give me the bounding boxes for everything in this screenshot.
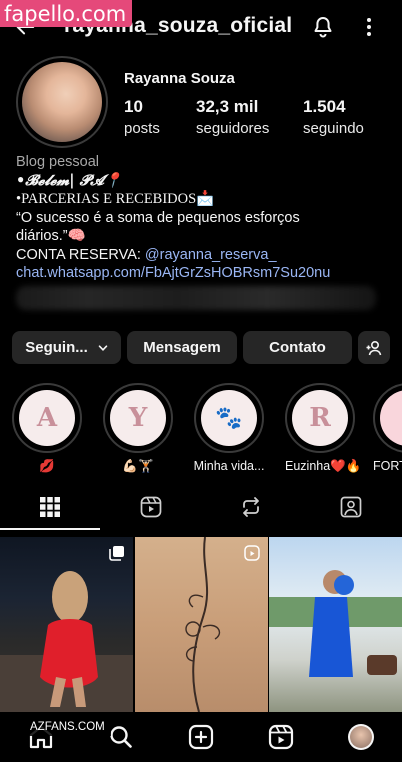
reel-badge-icon (244, 545, 260, 561)
post-thumbnail[interactable] (269, 537, 402, 712)
story-highlight[interactable]: A 💋 (12, 383, 82, 474)
posts-grid (0, 537, 402, 712)
bio-reserve-line: CONTA RESERVA: @rayanna_reserva_ (16, 246, 396, 265)
contact-button[interactable]: Contato (243, 331, 352, 364)
message-button[interactable]: Mensagem (127, 331, 237, 364)
followers-label: seguidores (196, 120, 270, 137)
highlight-label: Euzinha❤️🔥 (285, 459, 362, 473)
tab-reels[interactable] (101, 496, 201, 530)
story-highlight[interactable]: Y 💪🏻🏋🏻 (103, 383, 173, 474)
following-button[interactable]: Seguin... (12, 331, 121, 364)
story-highlight[interactable]: FORT (373, 383, 402, 473)
watermark-fapello: fapello.com (0, 0, 133, 27)
tagged-icon (340, 496, 362, 518)
following-button-label: Seguin... (25, 339, 88, 356)
highlight-label: Minha vida... (193, 459, 265, 473)
highlight-cover: Y (110, 390, 166, 446)
post-thumbnail[interactable] (0, 537, 133, 712)
highlight-cover (380, 390, 402, 446)
stat-followers[interactable]: 32,3 mil seguidores (196, 97, 269, 137)
carousel-icon (109, 546, 124, 561)
bell-icon[interactable] (311, 15, 335, 39)
avatar-photo (22, 62, 102, 142)
bio-partnerships: •PARCERIAS E RECEBIDOS📩 (16, 191, 215, 207)
tab-tagged[interactable] (301, 496, 401, 530)
active-tab-indicator (0, 528, 100, 530)
reposts-icon (243, 497, 259, 517)
highlight-label: FORT (373, 459, 402, 473)
more-options-icon[interactable] (362, 15, 376, 39)
highlight-cover: 🐾 (201, 390, 257, 446)
highlight-label: 💋 (39, 459, 55, 473)
highlight-ring: Y (103, 383, 173, 453)
highlight-ring (373, 383, 402, 453)
highlight-ring: 🐾 (194, 383, 264, 453)
stat-posts[interactable]: 10 posts (124, 97, 160, 137)
highlight-label: 💪🏻🏋🏻 (122, 459, 154, 473)
post-image (269, 570, 402, 677)
grid-icon (40, 497, 60, 517)
highlight-ring: R (285, 383, 355, 453)
profile-tab-avatar[interactable] (348, 724, 374, 750)
bio-quote-line2: diários.”🧠 (16, 228, 86, 244)
post-thumbnail[interactable] (135, 537, 268, 712)
bio-location: •𝓑𝓮𝓵𝓮𝓶| 𝓟𝓐📍 (16, 171, 123, 189)
create-icon[interactable] (188, 724, 214, 750)
chevron-down-icon (98, 344, 108, 351)
reels-icon (140, 496, 162, 518)
story-highlight[interactable]: 🐾 Minha vida... (194, 383, 264, 473)
display-name: Rayanna Souza (124, 70, 235, 87)
highlight-cover: A (19, 390, 75, 446)
profile-avatar-mini (350, 726, 372, 748)
reels-icon[interactable] (268, 724, 294, 750)
add-person-icon (366, 340, 382, 355)
bio-reserve-mention[interactable]: @rayanna_reserva_ (145, 247, 277, 263)
post-image (185, 537, 221, 712)
stat-following[interactable]: 1.504 seguindo (303, 97, 364, 137)
bio-quote-line1: “O sucesso é a soma de pequenos esforços (16, 209, 300, 226)
followers-count: 32,3 mil (196, 97, 259, 116)
highlight-cover: R (292, 390, 348, 446)
story-highlight[interactable]: R Euzinha❤️🔥 (285, 383, 362, 474)
search-icon[interactable] (108, 724, 134, 750)
blurred-bio-line (16, 286, 376, 310)
post-image (0, 571, 133, 712)
bio-category: Blog pessoal (16, 154, 100, 170)
bio-whatsapp-link[interactable]: chat.whatsapp.com/FbAjtGrZsHOBRsm7Su20nu (16, 264, 396, 283)
suggest-people-button[interactable] (358, 331, 390, 364)
profile-bio: Blog pessoal •𝓑𝓮𝓵𝓮𝓶| 𝓟𝓐📍 •PARCERIAS E RE… (16, 153, 396, 283)
tab-reposts[interactable] (201, 496, 301, 530)
watermark-azfans: AZFANS.COM (24, 718, 111, 736)
highlight-ring: A (12, 383, 82, 453)
profile-avatar[interactable] (16, 56, 108, 148)
posts-count: 10 (124, 97, 143, 116)
following-label: seguindo (303, 120, 364, 137)
following-count: 1.504 (303, 97, 346, 116)
tab-posts[interactable] (0, 496, 100, 530)
profile-tabs (0, 496, 402, 530)
posts-label: posts (124, 120, 160, 137)
bio-reserve-label: CONTA RESERVA: (16, 246, 145, 263)
